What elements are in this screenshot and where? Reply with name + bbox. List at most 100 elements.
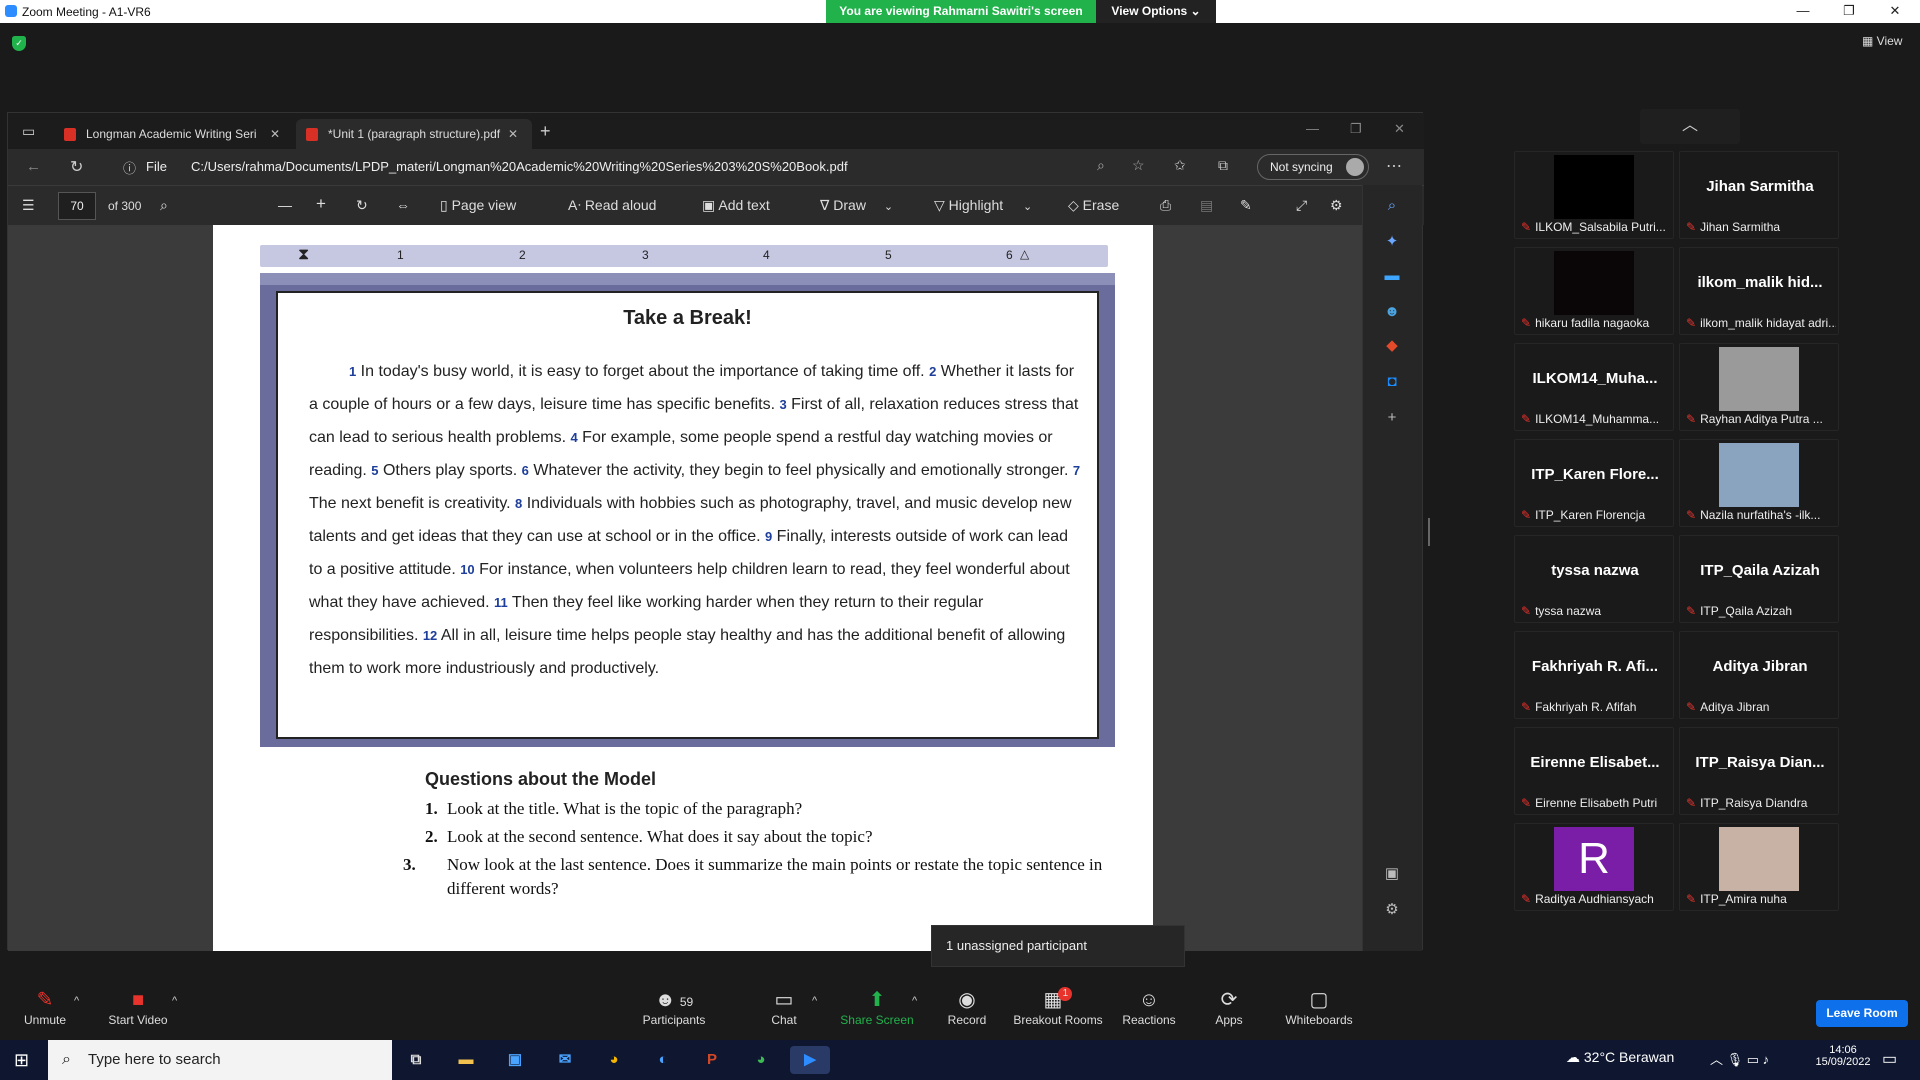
minimize-icon[interactable]: — [1780, 0, 1826, 23]
erase-button[interactable]: ◇ Erase [1068, 197, 1119, 214]
start-video-button[interactable]: ■ Start Video [93, 987, 183, 1027]
read-aloud-button[interactable]: Aᐧ Read aloud [568, 197, 656, 214]
draw-button[interactable]: ∇ Draw ⌄ [820, 197, 893, 214]
participant-tile[interactable]: ✎ ILKOM_Salsabila Putri... [1514, 151, 1674, 239]
reactions-button[interactable]: ☺ Reactions [1104, 987, 1194, 1027]
tab-unit1[interactable]: *Unit 1 (paragraph structure).pdf [296, 119, 532, 149]
sparkle-icon[interactable]: ✦ [1381, 231, 1403, 253]
fit-page-icon[interactable]: ⇔ [396, 197, 410, 213]
share-options-icon[interactable]: ^ [912, 995, 917, 1007]
share-screen-button[interactable]: ⬆ Share Screen [832, 987, 922, 1027]
add-text-button[interactable]: ▣ Add text [702, 197, 770, 214]
office-icon[interactable]: ◆ [1381, 335, 1403, 357]
splitter-handle[interactable] [1428, 518, 1430, 546]
record-button[interactable]: ◉ Record [922, 987, 1012, 1027]
page-view-button[interactable]: ▯ Page view [440, 197, 516, 214]
powerpoint-icon[interactable]: P [694, 1046, 730, 1074]
search-icon[interactable]: ⌕ [1381, 195, 1403, 217]
edge-icon[interactable]: ◐ [645, 1046, 681, 1074]
participant-tile[interactable]: ilkom_malik hid... ✎ ilkom_malik hidayat a… [1679, 247, 1839, 335]
restore-icon[interactable]: ❐ [1350, 121, 1362, 137]
collections-icon[interactable]: ⧉ [1218, 157, 1228, 174]
chevron-down-icon[interactable]: ⌄ [1023, 201, 1032, 213]
participant-tile[interactable]: Jihan Sarmitha ✎ Jihan Sarmitha [1679, 151, 1839, 239]
weather-widget[interactable]: ☁ 32°C Berawan [1566, 1049, 1674, 1066]
people-icon[interactable]: ☻ [1381, 301, 1403, 323]
whiteboards-button[interactable]: ▢ Whiteboards [1274, 987, 1364, 1027]
chevron-down-icon[interactable]: ⌄ [884, 201, 893, 213]
participant-tile[interactable]: ILKOM14_Muha... ✎ ILKOM14_Muhamma... [1514, 343, 1674, 431]
settings-icon[interactable]: ⚙ [1330, 197, 1343, 214]
chrome-profile-icon[interactable]: ◕ [743, 1046, 779, 1074]
audio-options-icon[interactable]: ^ [74, 995, 79, 1007]
participant-tile[interactable]: ✎ ITP_Amira nuha [1679, 823, 1839, 911]
notifications-icon[interactable]: ▭ [1882, 1049, 1897, 1069]
chat-options-icon[interactable]: ^ [812, 995, 817, 1007]
leave-room-button[interactable]: Leave Room [1816, 1000, 1908, 1027]
participants-button[interactable]: ☻ 59 Participants [629, 987, 719, 1027]
highlight-button[interactable]: ▽ Highlight ⌄ [934, 197, 1032, 214]
save-icon[interactable]: ▤ [1200, 197, 1213, 214]
chat-button[interactable]: ▭ Chat [739, 987, 829, 1027]
add-icon[interactable]: + [1381, 407, 1403, 429]
chrome-icon[interactable]: ◕ [596, 1046, 632, 1074]
participant-tile[interactable]: ITP_Raisya Dian... ✎ ITP_Raisya Diandra [1679, 727, 1839, 815]
contents-icon[interactable]: ☰ [22, 197, 35, 214]
taskbar-search-box[interactable]: ⌕ Type here to search [48, 1040, 392, 1080]
zoom-out-icon[interactable]: — [278, 197, 292, 213]
participant-tile[interactable]: Fakhriyah R. Afi... ✎ Fakhriyah R. Afifah [1514, 631, 1674, 719]
breakout-rooms-button[interactable]: ▦1 Breakout Rooms [1013, 987, 1103, 1027]
zoom-taskbar-icon[interactable]: ▶ [790, 1046, 830, 1074]
page-number-input[interactable]: 70 [58, 192, 96, 220]
windows-start-icon[interactable]: ⊞ [14, 1050, 29, 1071]
fullscreen-icon[interactable]: ⤢ [1296, 197, 1307, 214]
site-info-icon[interactable]: ⓘ [123, 158, 136, 177]
new-tab-icon[interactable]: + [540, 121, 551, 142]
right-indent-marker-icon[interactable]: △ [1020, 247, 1029, 261]
participant-tile[interactable]: tyssa nazwa ✎ tyssa nazwa [1514, 535, 1674, 623]
participant-tile[interactable]: ✎ Rayhan Aditya Putra ... [1679, 343, 1839, 431]
participant-tile[interactable]: Eirenne Elisabet... ✎ Eirenne Elisabeth Pu… [1514, 727, 1674, 815]
participant-tile[interactable]: R ✎ Raditya Audhiansyach [1514, 823, 1674, 911]
back-icon[interactable]: ← [26, 158, 41, 175]
zoom-in-icon[interactable]: + [316, 194, 326, 214]
tray-icons[interactable]: ︿ 🎙 ▭ ♪ [1710, 1049, 1769, 1068]
participant-tile[interactable]: ✎ Nazila nurfatiha's -ilk... [1679, 439, 1839, 527]
favorite-star-icon[interactable]: ☆ [1132, 157, 1145, 174]
apps-button[interactable]: ⟳ Apps [1184, 987, 1274, 1027]
hide-sidebar-icon[interactable]: ▣ [1381, 863, 1403, 885]
participant-tile[interactable]: Aditya Jibran ✎ Aditya Jibran [1679, 631, 1839, 719]
not-syncing-button[interactable]: Not syncing [1257, 154, 1369, 180]
gallery-page-up-button[interactable]: ︿ [1640, 109, 1740, 144]
participant-tile[interactable]: ITP_Qaila Azizah ✎ ITP_Qaila Azizah [1679, 535, 1839, 623]
file-explorer-icon[interactable]: ▬ [448, 1046, 484, 1074]
task-view-icon[interactable]: ⧉ [398, 1046, 434, 1074]
tab-longman[interactable]: Longman Academic Writing Seri [54, 119, 294, 149]
unmute-button[interactable]: ✎ Unmute [0, 987, 90, 1027]
video-options-icon[interactable]: ^ [172, 995, 177, 1007]
tab-actions-icon[interactable]: ▭ [22, 123, 35, 140]
favorites-icon[interactable]: ✩ [1174, 157, 1186, 174]
restore-icon[interactable]: ❐ [1826, 0, 1872, 23]
participant-tile[interactable]: ITP_Karen Flore... ✎ ITP_Karen Florencja [1514, 439, 1674, 527]
print-icon[interactable]: ⎙ [1160, 197, 1171, 214]
save-as-icon[interactable]: ✎ [1240, 197, 1252, 214]
minimize-icon[interactable]: — [1306, 121, 1319, 136]
url-field[interactable]: C:/Users/rahma/Documents/LPDP_materi/Lon… [191, 159, 848, 174]
participant-tile[interactable]: ✎ hikaru fadila nagaoka [1514, 247, 1674, 335]
settings-icon[interactable]: ⚙ [1381, 899, 1403, 921]
close-tab-icon[interactable]: ✕ [508, 127, 518, 141]
outlook-icon[interactable]: ◘ [1381, 371, 1403, 393]
shopping-icon[interactable]: ▬ [1381, 265, 1403, 287]
mail-icon[interactable]: ✉ [547, 1046, 583, 1074]
refresh-icon[interactable]: ↻ [70, 157, 83, 177]
store-icon[interactable]: ▣ [497, 1046, 533, 1074]
security-shield-icon[interactable]: ✓ [12, 36, 26, 51]
view-button[interactable]: ▦ View [1862, 34, 1902, 48]
zoom-icon[interactable]: ⌕ [1097, 157, 1105, 174]
close-tab-icon[interactable]: ✕ [270, 127, 280, 141]
rotate-icon[interactable]: ↻ [356, 197, 368, 214]
find-icon[interactable]: ⌕ [160, 197, 168, 214]
clock[interactable]: 14:06 15/09/2022 [1812, 1044, 1874, 1068]
view-options-button[interactable]: View Options ⌄ [1096, 0, 1216, 23]
